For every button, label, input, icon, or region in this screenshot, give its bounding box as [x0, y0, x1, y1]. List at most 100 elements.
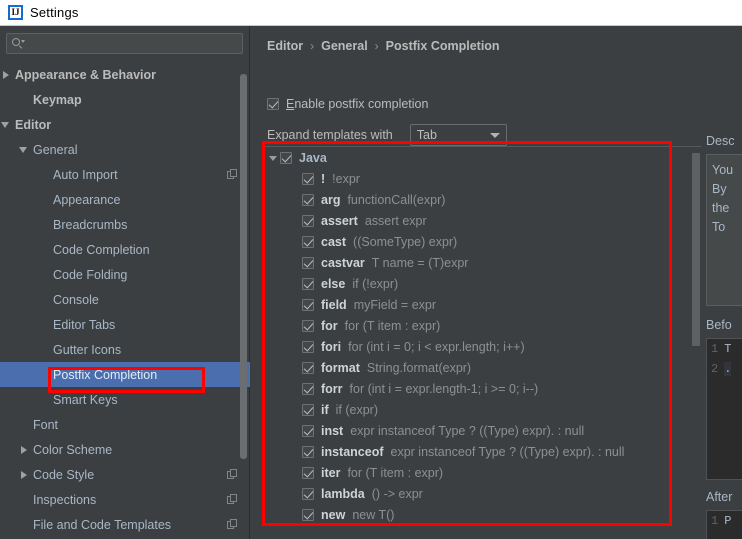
sidebar-item-appearance-behavior[interactable]: Appearance & Behavior — [0, 62, 250, 87]
template-key: field — [321, 297, 347, 312]
template-row[interactable]: inst expr instanceof Type ? ((Type) expr)… — [264, 420, 670, 441]
chevron-down-icon[interactable] — [268, 152, 280, 164]
template-row[interactable]: forr for (int i = expr.length-1; i >= 0; … — [264, 378, 670, 399]
sidebar-item-editor[interactable]: Editor — [0, 112, 250, 137]
template-checkbox[interactable] — [302, 193, 314, 206]
sidebar-scrollbar-thumb[interactable] — [240, 74, 247, 459]
description-line: By — [712, 182, 727, 196]
template-row[interactable]: castvar T name = (T)expr — [264, 252, 670, 273]
template-row[interactable]: assert assert expr — [264, 210, 670, 231]
template-row[interactable]: if if (expr) — [264, 399, 670, 420]
sidebar-item-label: Gutter Icons — [53, 342, 122, 357]
template-row[interactable]: else if (!expr) — [264, 273, 670, 294]
sidebar-item-keymap[interactable]: Keymap — [0, 87, 250, 112]
template-checkbox[interactable] — [302, 445, 314, 458]
template-checkbox[interactable] — [302, 340, 314, 353]
sidebar-item-appearance[interactable]: Appearance — [0, 187, 250, 212]
template-list-scrollbar-thumb[interactable] — [692, 153, 700, 346]
template-description: !expr — [332, 171, 360, 186]
template-checkbox[interactable] — [302, 424, 314, 437]
chevron-right-icon[interactable] — [18, 469, 29, 480]
sidebar-item-editor-tabs[interactable]: Editor Tabs — [0, 312, 250, 337]
enable-postfix-completion-checkbox[interactable] — [267, 98, 279, 110]
settings-tree[interactable]: Appearance & Behavior Keymap Editor General… — [0, 62, 250, 539]
template-row[interactable]: instanceof expr instanceof Type ? ((Type)… — [264, 441, 670, 462]
search-box[interactable] — [6, 33, 243, 54]
chevron-down-icon[interactable] — [0, 119, 11, 130]
template-checkbox[interactable] — [302, 214, 314, 227]
description-text-box: You By the To — [706, 154, 742, 306]
template-key: for — [321, 318, 338, 333]
template-description: for (T item : expr) — [347, 465, 444, 480]
sidebar-item-inspections[interactable]: Inspections — [0, 487, 250, 512]
template-checkbox[interactable] — [302, 508, 314, 521]
sidebar-item-console[interactable]: Console — [0, 287, 250, 312]
sidebar-item-label: Console — [53, 292, 99, 307]
template-checkbox[interactable] — [302, 256, 314, 269]
template-row[interactable]: ! !expr — [264, 168, 670, 189]
template-key: else — [321, 276, 346, 291]
template-list[interactable]: Java! !expr arg functionCall(expr) assert ass… — [264, 147, 670, 539]
template-key: lambda — [321, 486, 365, 501]
sidebar-item-label: Color Scheme — [33, 442, 113, 457]
template-checkbox[interactable] — [302, 319, 314, 332]
template-checkbox[interactable] — [302, 172, 314, 185]
sidebar-item-smart-keys[interactable]: Smart Keys — [0, 387, 250, 412]
breadcrumb-item-general[interactable]: General — [321, 39, 368, 53]
template-checkbox[interactable] — [302, 382, 314, 395]
sidebar-item-code-style[interactable]: Code Style — [0, 462, 250, 487]
sidebar-item-gutter-icons[interactable]: Gutter Icons — [0, 337, 250, 362]
template-checkbox[interactable] — [302, 277, 314, 290]
sidebar-item-general[interactable]: General — [0, 137, 250, 162]
chevron-right-icon[interactable] — [0, 69, 11, 80]
copy-icon — [227, 469, 238, 480]
expand-templates-select[interactable]: Tab — [409, 124, 507, 146]
breadcrumb-item-editor[interactable]: Editor — [267, 39, 303, 53]
line-number: 1 — [711, 342, 719, 356]
template-description: () -> expr — [371, 486, 423, 501]
template-row[interactable]: lambda () -> expr — [264, 483, 670, 504]
template-row[interactable]: cast ((SomeType) expr) — [264, 231, 670, 252]
template-group-row[interactable]: Java — [264, 147, 670, 168]
code-text: . — [724, 362, 732, 376]
template-checkbox[interactable] — [302, 361, 314, 374]
sidebar-item-auto-import[interactable]: Auto Import — [0, 162, 250, 187]
template-row[interactable]: new new T() — [264, 504, 670, 525]
search-input[interactable] — [25, 36, 237, 51]
sidebar-item-code-folding[interactable]: Code Folding — [0, 262, 250, 287]
template-row[interactable]: fori for (int i = 0; i < expr.length; i++… — [264, 336, 670, 357]
sidebar-item-label: Appearance & Behavior — [15, 67, 157, 82]
sidebar-item-color-scheme[interactable]: Color Scheme — [0, 437, 250, 462]
template-row[interactable]: format String.format(expr) — [264, 357, 670, 378]
description-pane: Desc You By the To Befo 1T2. After 1P — [702, 126, 742, 539]
template-checkbox[interactable] — [280, 151, 292, 164]
sidebar-item-file-and-code-templates[interactable]: File and Code Templates — [0, 512, 250, 537]
template-row[interactable]: iter for (T item : expr) — [264, 462, 670, 483]
chevron-right-icon[interactable] — [18, 444, 29, 455]
template-checkbox[interactable] — [302, 487, 314, 500]
sidebar-item-breadcrumbs[interactable]: Breadcrumbs — [0, 212, 250, 237]
template-row[interactable]: arg functionCall(expr) — [264, 189, 670, 210]
template-key: iter — [321, 465, 341, 480]
template-checkbox[interactable] — [302, 298, 314, 311]
template-checkbox[interactable] — [302, 403, 314, 416]
template-row[interactable]: for for (T item : expr) — [264, 315, 670, 336]
copy-icon — [227, 169, 238, 180]
sidebar-item-postfix-completion[interactable]: Postfix Completion — [0, 362, 250, 387]
chevron-down-icon[interactable] — [18, 144, 29, 155]
template-row[interactable]: field myField = expr — [264, 294, 670, 315]
template-description: assert expr — [364, 213, 427, 228]
code-text: P — [724, 514, 732, 528]
enable-postfix-completion-row[interactable]: Enable postfix completion — [267, 97, 428, 111]
sidebar-item-font[interactable]: Font — [0, 412, 250, 437]
template-checkbox[interactable] — [302, 235, 314, 248]
sidebar-item-code-completion[interactable]: Code Completion — [0, 237, 250, 262]
template-key: format — [321, 360, 360, 375]
template-checkbox[interactable] — [302, 466, 314, 479]
sidebar-item-label: Font — [33, 417, 59, 432]
